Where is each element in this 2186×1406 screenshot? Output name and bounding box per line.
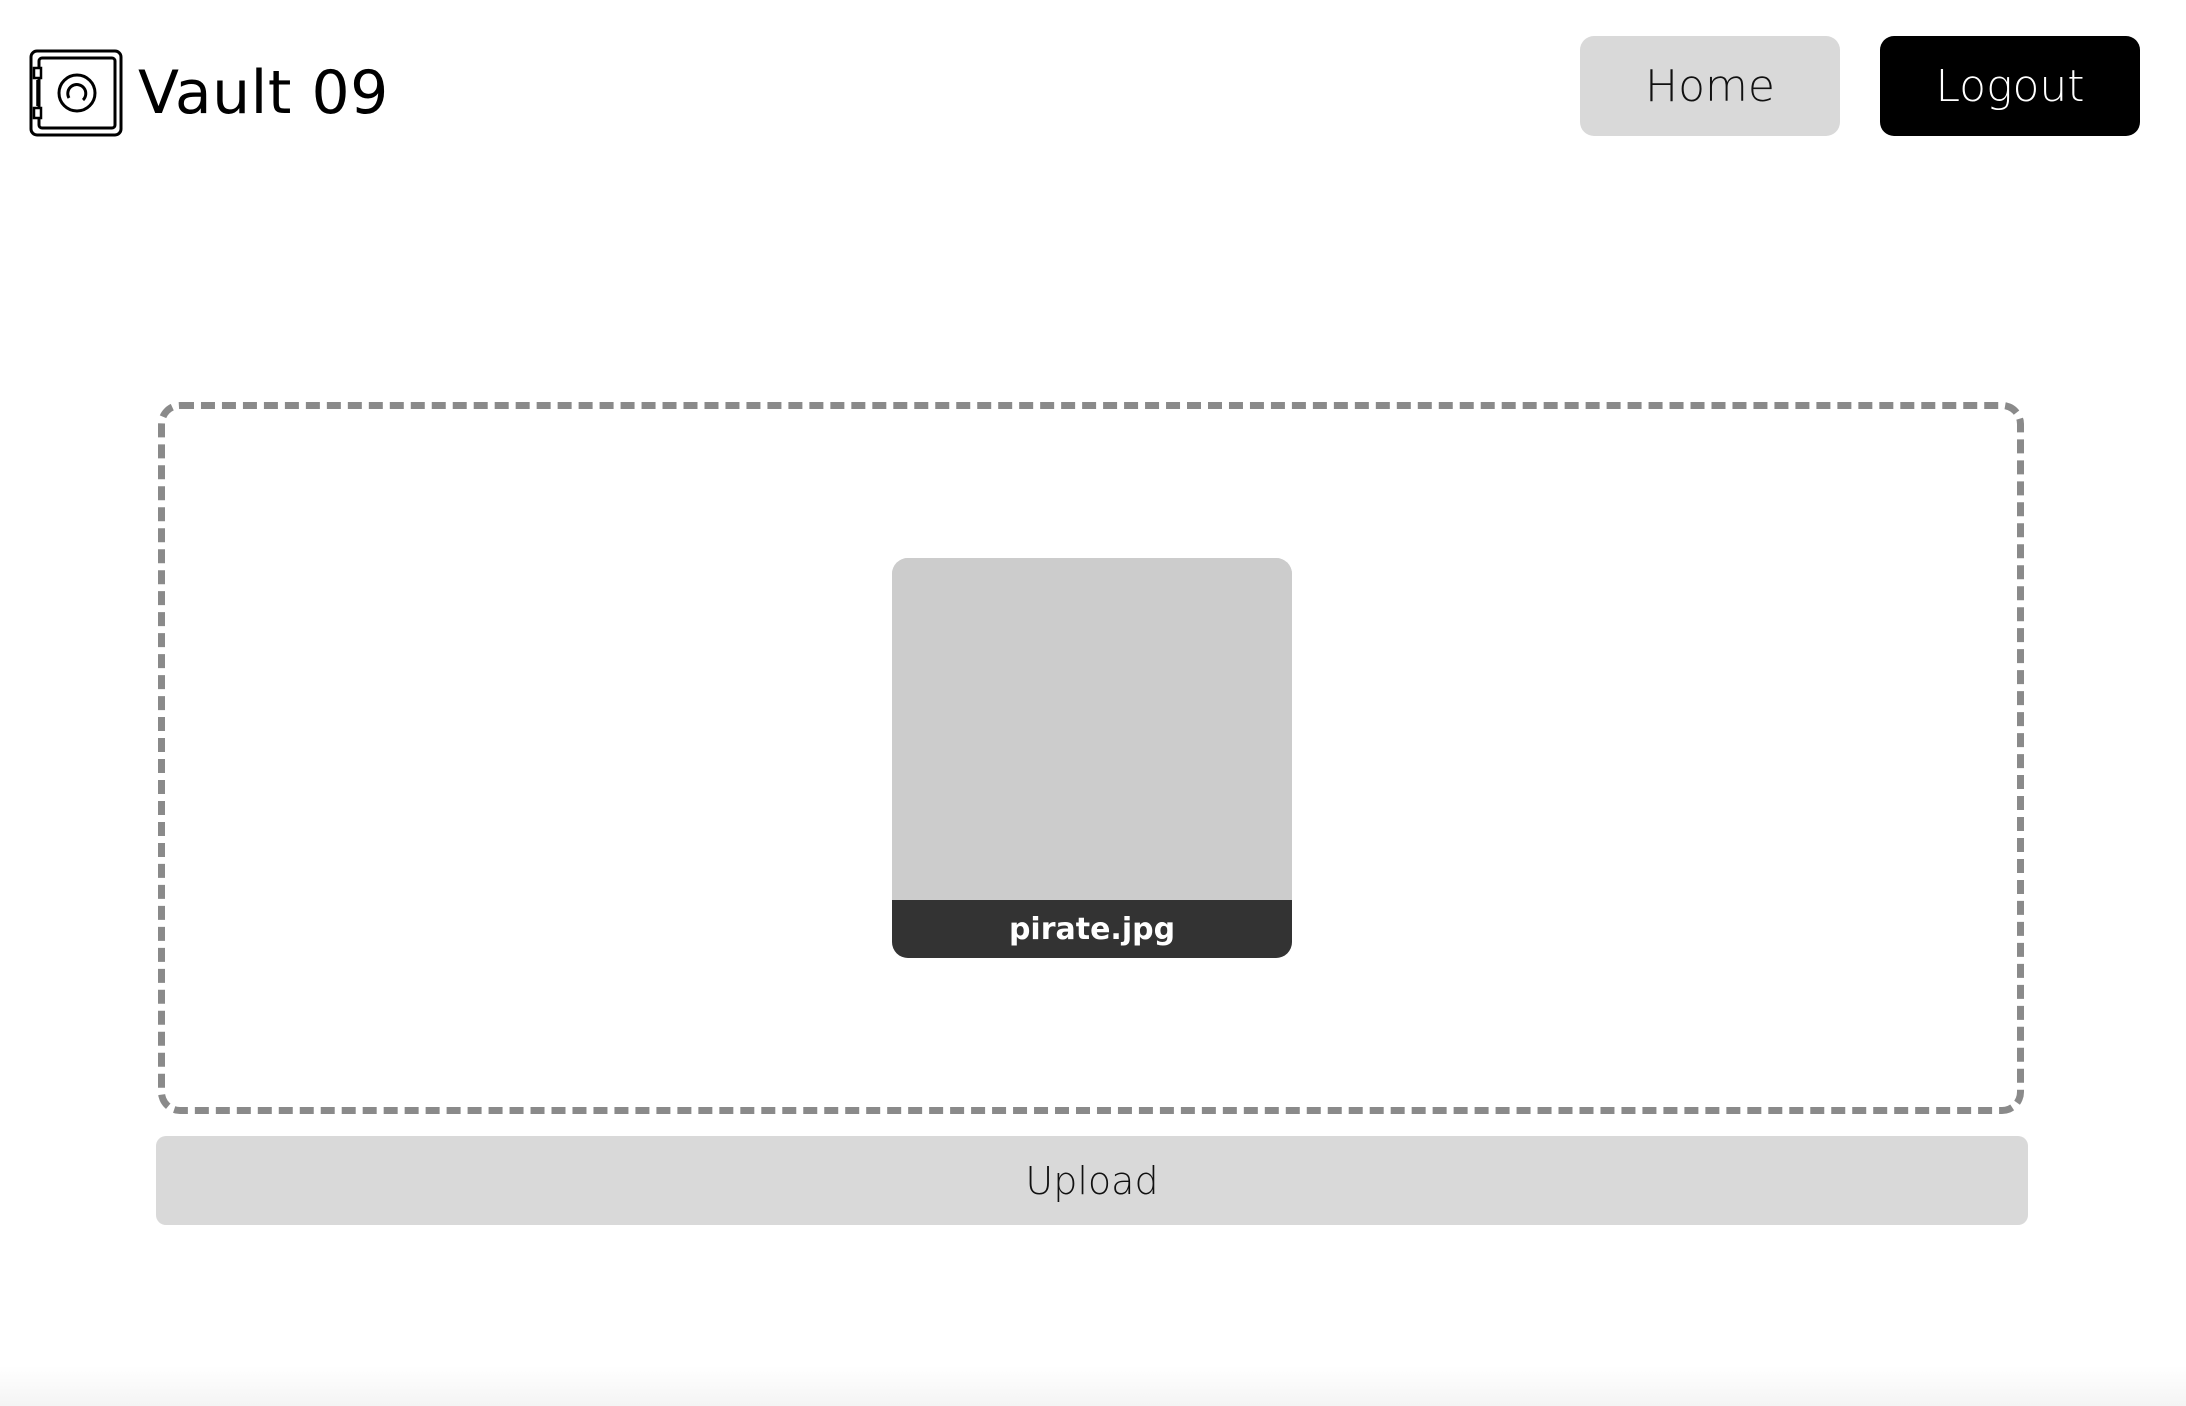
page-bottom-fade xyxy=(0,1366,2186,1406)
app-name: Vault 09 xyxy=(138,58,389,128)
upload-button[interactable]: Upload xyxy=(156,1136,2028,1225)
safe-icon xyxy=(29,49,123,137)
logout-button[interactable]: Logout xyxy=(1880,36,2140,136)
file-name: pirate.jpg xyxy=(892,900,1292,958)
file-card[interactable]: pirate.jpg xyxy=(892,558,1292,958)
home-button[interactable]: Home xyxy=(1580,36,1840,136)
file-thumbnail xyxy=(892,558,1292,900)
brand[interactable]: Vault 09 xyxy=(28,46,389,140)
